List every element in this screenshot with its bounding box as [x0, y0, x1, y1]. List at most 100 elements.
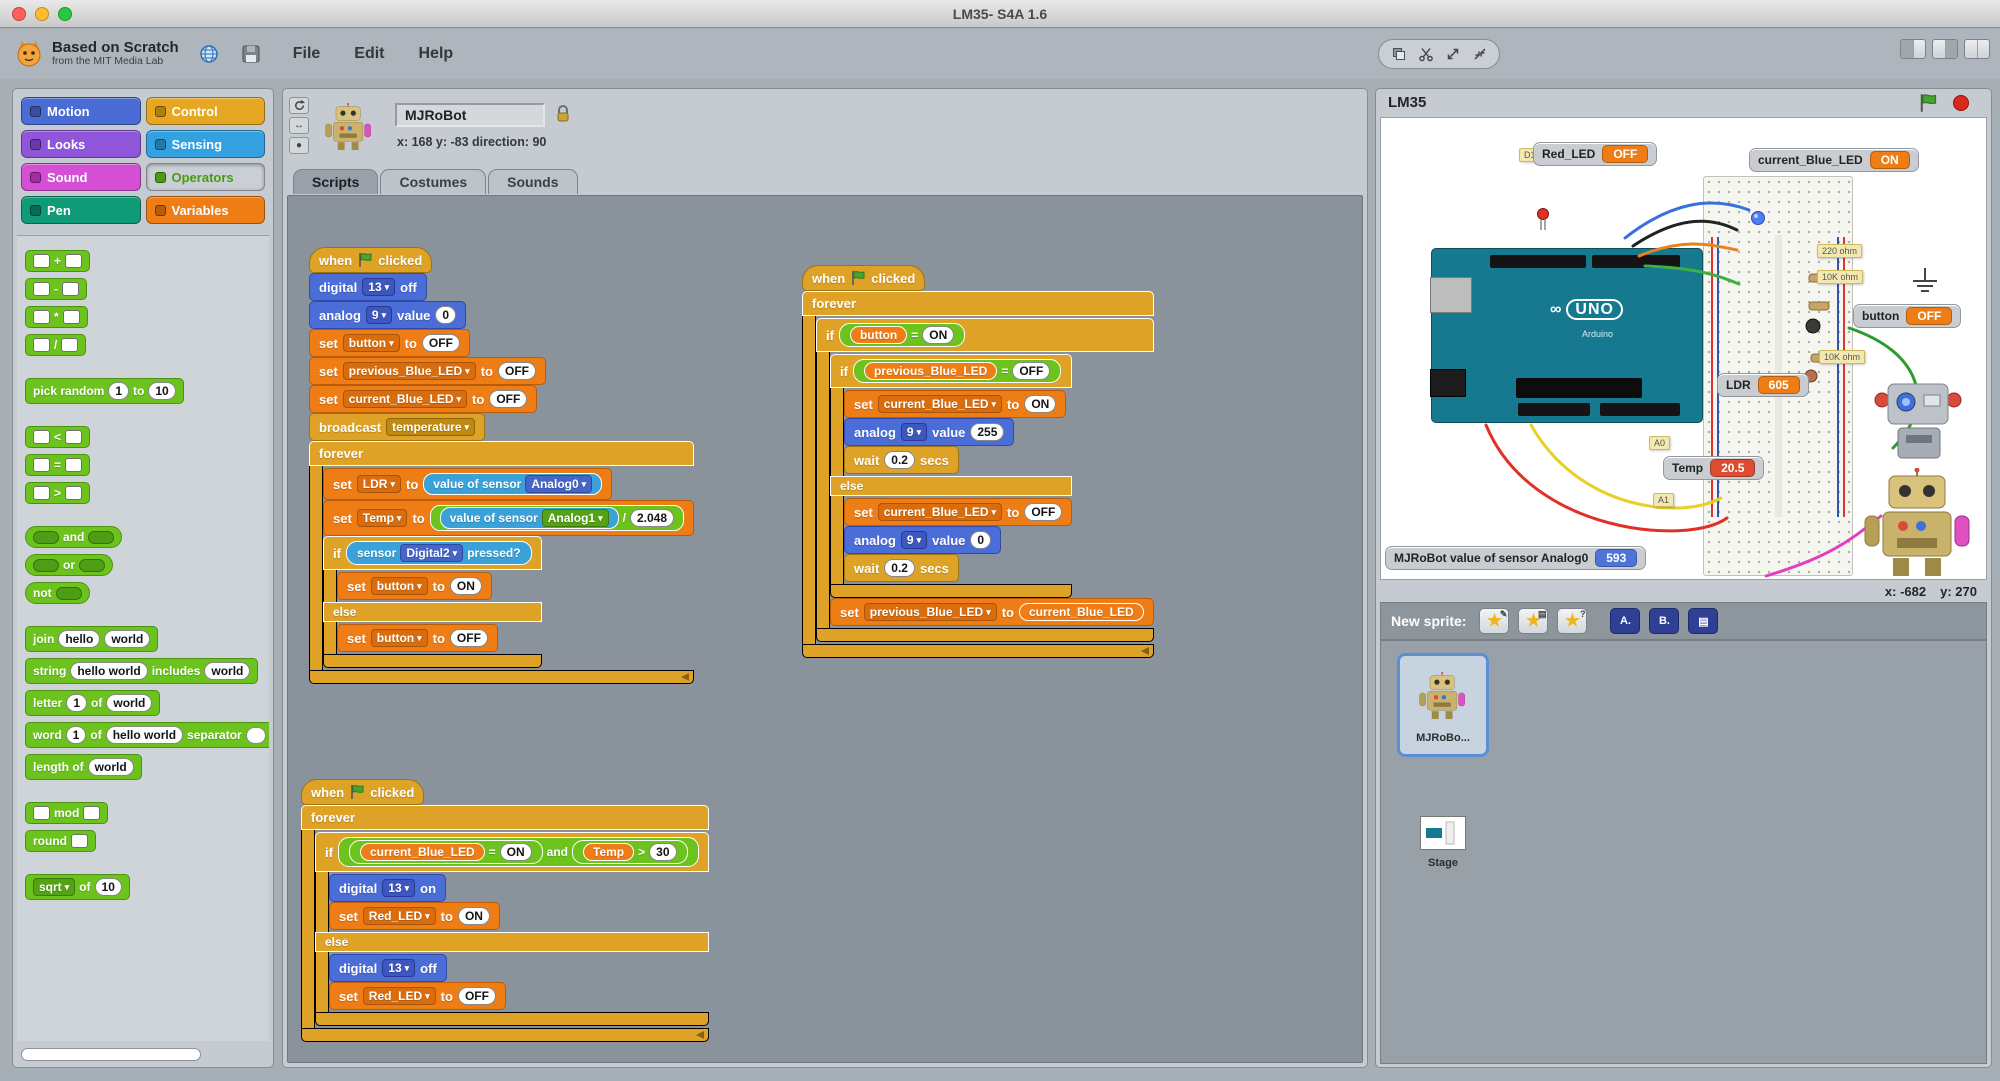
watcher-temp[interactable]: Temp 20.5	[1663, 456, 1765, 480]
block-input-field[interactable]: 0.2	[884, 451, 915, 469]
palette-block[interactable]: word 1 of hello world separator	[25, 722, 269, 748]
block-dropdown[interactable]: current_Blue_LED ▾	[877, 395, 1003, 413]
palette-block[interactable]: sqrt ▾ of 10	[25, 874, 130, 900]
block-input-field[interactable]: OFF	[449, 629, 488, 647]
empty-number-slot[interactable]	[65, 254, 83, 268]
block-dropdown[interactable]: sqrt ▾	[33, 878, 76, 896]
sprite-thumbnail-mjrobot[interactable]: MJRoBo...	[1397, 653, 1489, 757]
block-input-field[interactable]: 0	[435, 306, 457, 324]
palette-block[interactable]: round	[25, 830, 96, 852]
stack-block[interactable]: set LDR ▾ to value of sensor Analog0 ▾	[323, 468, 613, 500]
stack-block[interactable]: digital 13 ▾ off	[309, 273, 427, 301]
empty-number-slot[interactable]	[71, 834, 88, 848]
block-input-field[interactable]: ON	[457, 907, 490, 925]
palette-block[interactable]: not	[25, 582, 90, 604]
lock-icon[interactable]	[555, 105, 571, 128]
block-input-field[interactable]: 0	[970, 531, 992, 549]
palette-block[interactable]: pick random 1 to 10	[25, 378, 184, 404]
language-globe-icon[interactable]	[197, 42, 221, 66]
menu-help[interactable]: Help	[419, 45, 454, 63]
minimize-window-button[interactable]	[35, 6, 49, 21]
window-layout-button-2[interactable]	[1932, 39, 1958, 59]
palette-block[interactable]: length of world	[25, 754, 142, 780]
c-block[interactable]: if current_Blue_LED = ON and Temp >30 digital 13…	[315, 832, 709, 1026]
new-sprite-camera-button[interactable]: A.	[1610, 608, 1641, 634]
duplicate-tool-button[interactable]	[1388, 43, 1410, 65]
watcher-current-blue-led[interactable]: current_Blue_LED ON	[1749, 148, 1919, 172]
palette-block[interactable]: mod	[25, 802, 109, 824]
palette-horizontal-scrollbar[interactable]	[21, 1048, 201, 1061]
block-dropdown[interactable]: 9 ▾	[365, 306, 393, 324]
variable-reporter[interactable]: previous_Blue_LED	[863, 362, 998, 380]
empty-number-slot[interactable]	[61, 338, 79, 352]
sprite-library-button[interactable]: ▤	[1688, 608, 1719, 634]
window-layout-button-1[interactable]	[1900, 39, 1926, 59]
block-input-field[interactable]: 10	[148, 382, 176, 400]
operator-boolean[interactable]: button = ON	[838, 323, 966, 347]
category-operators[interactable]: Operators	[145, 163, 265, 191]
block-input-field[interactable]: 30	[649, 843, 677, 861]
new-sprite-import-button[interactable]: B.	[1649, 608, 1680, 634]
block-input-field[interactable]: 2.048	[629, 509, 675, 527]
delete-tool-button[interactable]	[1415, 43, 1437, 65]
empty-number-slot[interactable]	[33, 254, 50, 268]
menu-file[interactable]: File	[293, 45, 321, 63]
stage[interactable]: ∞ UNO Arduino 220 ohm 10K ohm 10K ohm A0…	[1380, 117, 1987, 580]
stack-block[interactable]: wait 0.2 secs	[844, 446, 959, 474]
block-input-field[interactable]: OFF	[497, 362, 536, 380]
empty-number-slot[interactable]	[62, 310, 80, 324]
empty-boolean-slot[interactable]	[33, 530, 59, 544]
empty-number-slot[interactable]	[33, 282, 50, 296]
stack-block[interactable]: set Red_LED ▾ to OFF	[329, 982, 506, 1010]
script-1[interactable]: when clicked digital 13 ▾ off analog 9 ▾ value 0 se…	[309, 247, 695, 684]
palette-block[interactable]: +	[25, 250, 91, 272]
stage-thumbnail[interactable]: Stage	[1409, 811, 1477, 873]
empty-number-slot[interactable]	[65, 430, 83, 444]
stack-block[interactable]: set current_Blue_LED ▾ to OFF	[844, 498, 1073, 526]
palette-block[interactable]: letter 1 of world	[25, 690, 161, 716]
script-3[interactable]: when clicked forever if current_Blue_LED = ON a…	[301, 779, 709, 1042]
palette-block[interactable]: -	[25, 278, 87, 300]
variable-reporter[interactable]: button	[849, 326, 908, 344]
block-dropdown[interactable]: button ▾	[342, 334, 400, 352]
block-input-field[interactable]: world	[87, 758, 134, 776]
block-input-field[interactable]: 255	[970, 423, 1005, 441]
operator-boolean[interactable]: previous_Blue_LED = OFF	[852, 359, 1062, 383]
category-looks[interactable]: Looks	[21, 130, 141, 158]
sensor-reporter[interactable]: value of sensor Analog0 ▾	[423, 473, 603, 495]
window-layout-button-3[interactable]	[1964, 39, 1990, 59]
stack-block[interactable]: set button ▾ to OFF	[309, 329, 470, 357]
stack-block[interactable]: set previous_Blue_LED ▾ to current_Blue_LED	[830, 598, 1154, 626]
category-pen[interactable]: Pen	[21, 196, 141, 224]
menu-edit[interactable]: Edit	[354, 45, 384, 63]
stack-block[interactable]: analog 9 ▾ value 0	[844, 526, 1002, 554]
c-block[interactable]: forever if button = ON if previous_Blue_LED = OF…	[802, 291, 1154, 658]
tab-sounds[interactable]: Sounds	[488, 169, 578, 194]
sensor-reporter[interactable]: value of sensor Analog1 ▾	[439, 507, 619, 529]
close-window-button[interactable]	[12, 6, 26, 21]
palette-block[interactable]: >	[25, 482, 91, 504]
block-input-field[interactable]: ON	[499, 843, 532, 861]
block-dropdown[interactable]: button ▾	[370, 577, 428, 595]
stage-sprite-small-robot[interactable]	[1870, 380, 1966, 471]
block-dropdown[interactable]: 13 ▾	[382, 879, 416, 897]
category-motion[interactable]: Motion	[21, 97, 141, 125]
empty-number-slot[interactable]	[33, 458, 50, 472]
block-input-field[interactable]: hello world	[105, 726, 184, 744]
watcher-mjrobot-value-of-sensor-analog0[interactable]: MJRoBot value of sensor Analog0 593	[1385, 546, 1647, 570]
block-input-field[interactable]: 1	[66, 694, 88, 712]
tab-scripts[interactable]: Scripts	[293, 169, 379, 194]
empty-number-slot[interactable]	[65, 486, 83, 500]
block-input-field[interactable]	[245, 726, 266, 744]
watcher-red-led[interactable]: Red_LED OFF	[1533, 142, 1658, 166]
stack-block[interactable]: analog 9 ▾ value 0	[309, 301, 467, 329]
category-variables[interactable]: Variables	[145, 196, 265, 224]
stack-block[interactable]: digital 13 ▾ on	[329, 874, 447, 902]
stack-block[interactable]: broadcast temperature ▾	[309, 413, 486, 441]
paint-new-sprite-button[interactable]: ★ ✎	[1479, 608, 1510, 634]
block-input-field[interactable]: world	[104, 630, 151, 648]
empty-boolean-slot[interactable]	[33, 558, 59, 572]
operator-boolean[interactable]: current_Blue_LED = ON	[348, 840, 543, 864]
operator-boolean[interactable]: current_Blue_LED = ON and Temp >30	[337, 837, 699, 867]
green-flag-button[interactable]	[1917, 93, 1939, 113]
